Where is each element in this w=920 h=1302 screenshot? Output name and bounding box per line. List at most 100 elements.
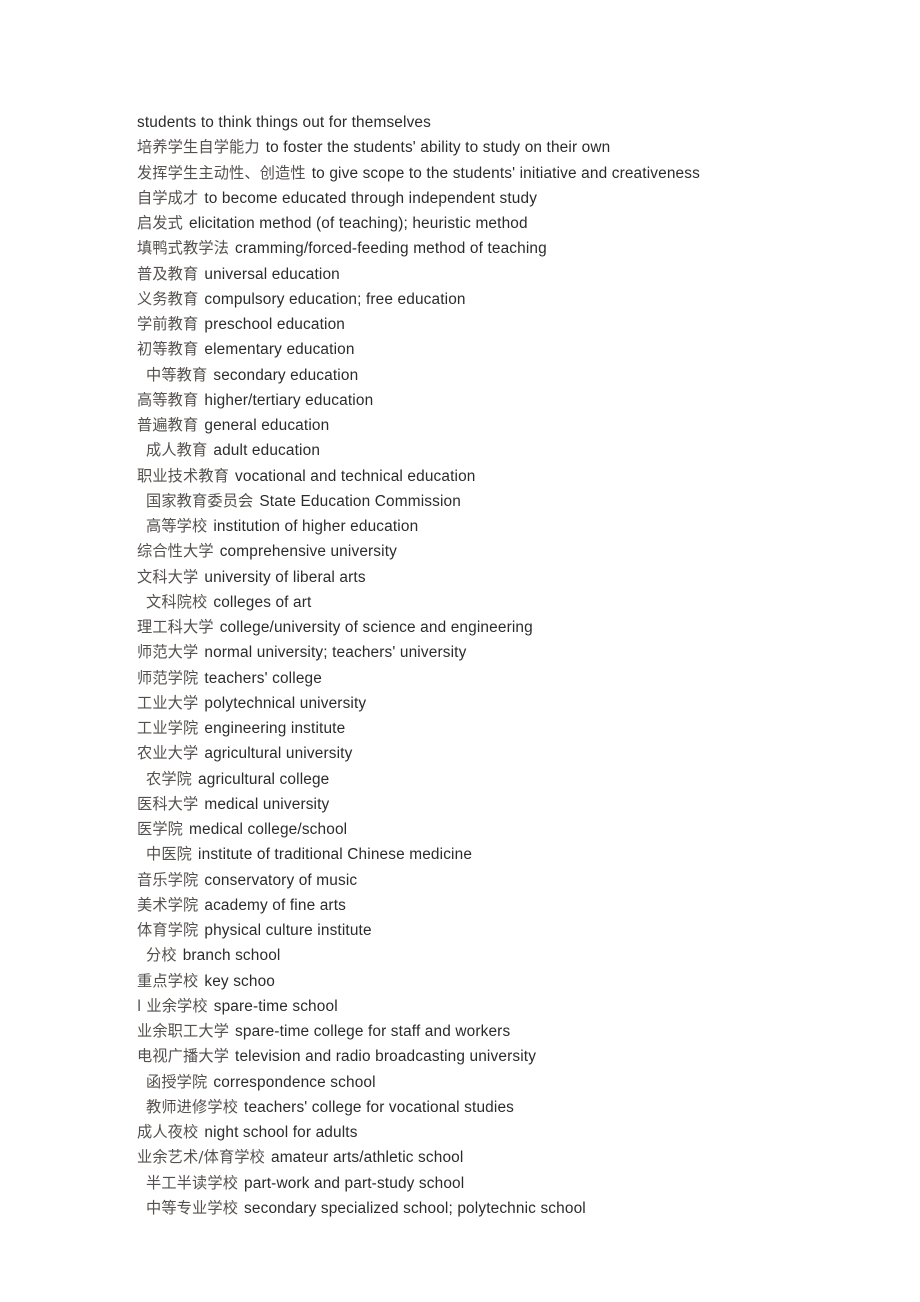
term-english: institute of traditional Chinese medicin… [198, 846, 473, 864]
term-chinese: 业余艺术/体育学校 [137, 1148, 265, 1167]
glossary-entry: 师范大学 normal university; teachers' univers… [137, 640, 900, 665]
term-chinese: 培养学生自学能力 [137, 138, 260, 157]
term-english: to give scope to the students' initiativ… [311, 164, 700, 182]
term-chinese: 义务教育 [137, 289, 199, 308]
glossary-entry: 农学院 agricultural college [137, 767, 900, 792]
term-english: general education [204, 417, 330, 434]
term-english: agricultural college [198, 770, 330, 788]
glossary-entry: 农业大学 agricultural university [137, 741, 900, 766]
glossary-entry: 义务教育 compulsory education; free education [137, 287, 900, 312]
glossary-entry: 重点学校 key schoo [137, 969, 900, 994]
term-english: universal education [204, 265, 340, 283]
term-chinese: 启发式 [137, 214, 184, 232]
glossary-entry: 学前教育 preschool education [137, 312, 900, 337]
glossary-entry: 师范学院 teachers' college [137, 666, 900, 691]
term-english: branch school [182, 947, 281, 965]
term-english: to become educated through independent s… [204, 189, 538, 207]
term-chinese: 初等教育 [137, 340, 199, 359]
glossary-entry: 自学成才 to become educated through independe… [137, 186, 900, 211]
term-chinese: 医学院 [137, 820, 184, 838]
term-chinese: 填鸭式教学法 [137, 239, 230, 258]
glossary-entry: 普遍教育 general education [137, 413, 900, 438]
glossary-entry: 发挥学生主动性、创造性 to give scope to the students… [137, 161, 900, 186]
glossary-entry: 中等教育 secondary education [137, 363, 900, 388]
glossary-entry: 职业技术教育 vocational and technical education [137, 464, 900, 489]
term-english: polytechnical university [204, 694, 367, 712]
glossary-entry: 业余艺术/体育学校 amateur arts/athletic school [137, 1145, 900, 1170]
term-english: spare-time school [213, 997, 338, 1015]
term-english: television and radio broadcasting univer… [235, 1048, 537, 1066]
term-chinese: 文科大学 [137, 567, 199, 586]
term-english: teachers' college [204, 669, 322, 687]
glossary-entry: 教师进修学校 teachers' college for vocational s… [137, 1095, 900, 1120]
glossary-entry: 初等教育 elementary education [137, 337, 900, 362]
term-english: agricultural university [204, 745, 353, 763]
term-english: colleges of art [213, 593, 312, 611]
term-chinese: 医科大学 [137, 794, 199, 813]
glossary-entry: 中医院 institute of traditional Chinese medi… [137, 842, 900, 867]
term-english: secondary specialized school; polytechni… [244, 1199, 586, 1217]
term-english: normal university; teachers' university [204, 644, 467, 662]
term-english: conservatory of music [204, 871, 358, 889]
term-english: correspondence school [213, 1073, 376, 1091]
term-chinese: 成人夜校 [137, 1123, 199, 1141]
glossary-entry: 医科大学 medical university [137, 792, 900, 817]
glossary-entry: 工业大学 polytechnical university [137, 691, 900, 716]
term-english: cramming/forced-feeding method of teachi… [235, 240, 547, 258]
glossary-entry: 国家教育委员会 State Education Commission [137, 489, 900, 514]
term-chinese: 理工科大学 [137, 618, 214, 636]
term-chinese: 教师进修学校 [146, 1097, 239, 1116]
glossary-entry: 音乐学院 conservatory of music [137, 868, 900, 893]
term-chinese: 普遍教育 [137, 416, 199, 434]
term-chinese: 高等学校 [146, 517, 208, 535]
glossary-list: students to think things out for themsel… [137, 111, 900, 1221]
term-chinese: 工业学院 [137, 719, 199, 737]
glossary-entry: 启发式 elicitation method (of teaching); heu… [137, 211, 900, 236]
term-chinese: 师范大学 [137, 643, 199, 662]
glossary-entry: 业余职工大学 spare-time college for staff and w… [137, 1019, 900, 1044]
term-chinese: 电视广播大学 [137, 1047, 230, 1066]
term-english: physical culture institute [204, 922, 372, 939]
glossary-entry: 医学院 medical college/school [137, 817, 900, 842]
term-english: medical college/school [189, 821, 348, 838]
term-english: comprehensive university [219, 543, 397, 561]
glossary-entry: 填鸭式教学法 cramming/forced-feeding method of … [137, 236, 900, 261]
glossary-entry: 体育学院 physical culture institute [137, 918, 900, 943]
term-chinese: 业余职工大学 [137, 1022, 230, 1040]
term-english: part-work and part-study school [244, 1174, 465, 1192]
glossary-entry: 半工半读学校 part-work and part-study school [137, 1171, 900, 1196]
term-english: teachers' college for vocational studies [244, 1098, 514, 1116]
term-chinese: 成人教育 [146, 441, 208, 460]
term-english: key schoo [204, 972, 276, 990]
term-english: elementary education [204, 341, 355, 359]
term-english: State Education Commission [259, 492, 461, 510]
term-chinese: 师范学院 [137, 668, 199, 687]
term-chinese: 学前教育 [137, 315, 199, 333]
glossary-entry: 电视广播大学 television and radio broadcasting … [137, 1044, 900, 1069]
term-english: compulsory education; free education [204, 290, 466, 308]
term-chinese: l 业余学校 [137, 996, 208, 1015]
glossary-entry: 高等教育 higher/tertiary education [137, 388, 900, 413]
term-english: adult education [213, 442, 321, 460]
term-chinese: 音乐学院 [137, 870, 199, 889]
term-english: academy of fine arts [204, 896, 346, 914]
document-page: students to think things out for themsel… [0, 0, 920, 1302]
term-chinese: 美术学院 [137, 895, 199, 914]
term-chinese: 文科院校 [146, 592, 208, 611]
glossary-entry: students to think things out for themsel… [137, 111, 900, 135]
term-chinese: 工业大学 [137, 693, 199, 712]
term-chinese: 重点学校 [137, 971, 199, 990]
glossary-entry: 普及教育 universal education [137, 262, 900, 287]
term-english: vocational and technical education [235, 467, 476, 485]
glossary-entry: 培养学生自学能力 to foster the students' ability … [137, 135, 900, 160]
term-english: night school for adults [204, 1124, 358, 1141]
term-chinese: 普及教育 [137, 264, 199, 283]
term-english: spare-time college for staff and workers [235, 1023, 511, 1040]
term-chinese: 体育学院 [137, 921, 199, 939]
term-english: engineering institute [204, 720, 346, 737]
term-chinese: 中等专业学校 [146, 1198, 239, 1217]
term-chinese: 中医院 [146, 845, 193, 864]
term-english: preschool education [204, 316, 346, 333]
glossary-entry: 美术学院 academy of fine arts [137, 893, 900, 918]
term-english: medical university [204, 795, 330, 813]
